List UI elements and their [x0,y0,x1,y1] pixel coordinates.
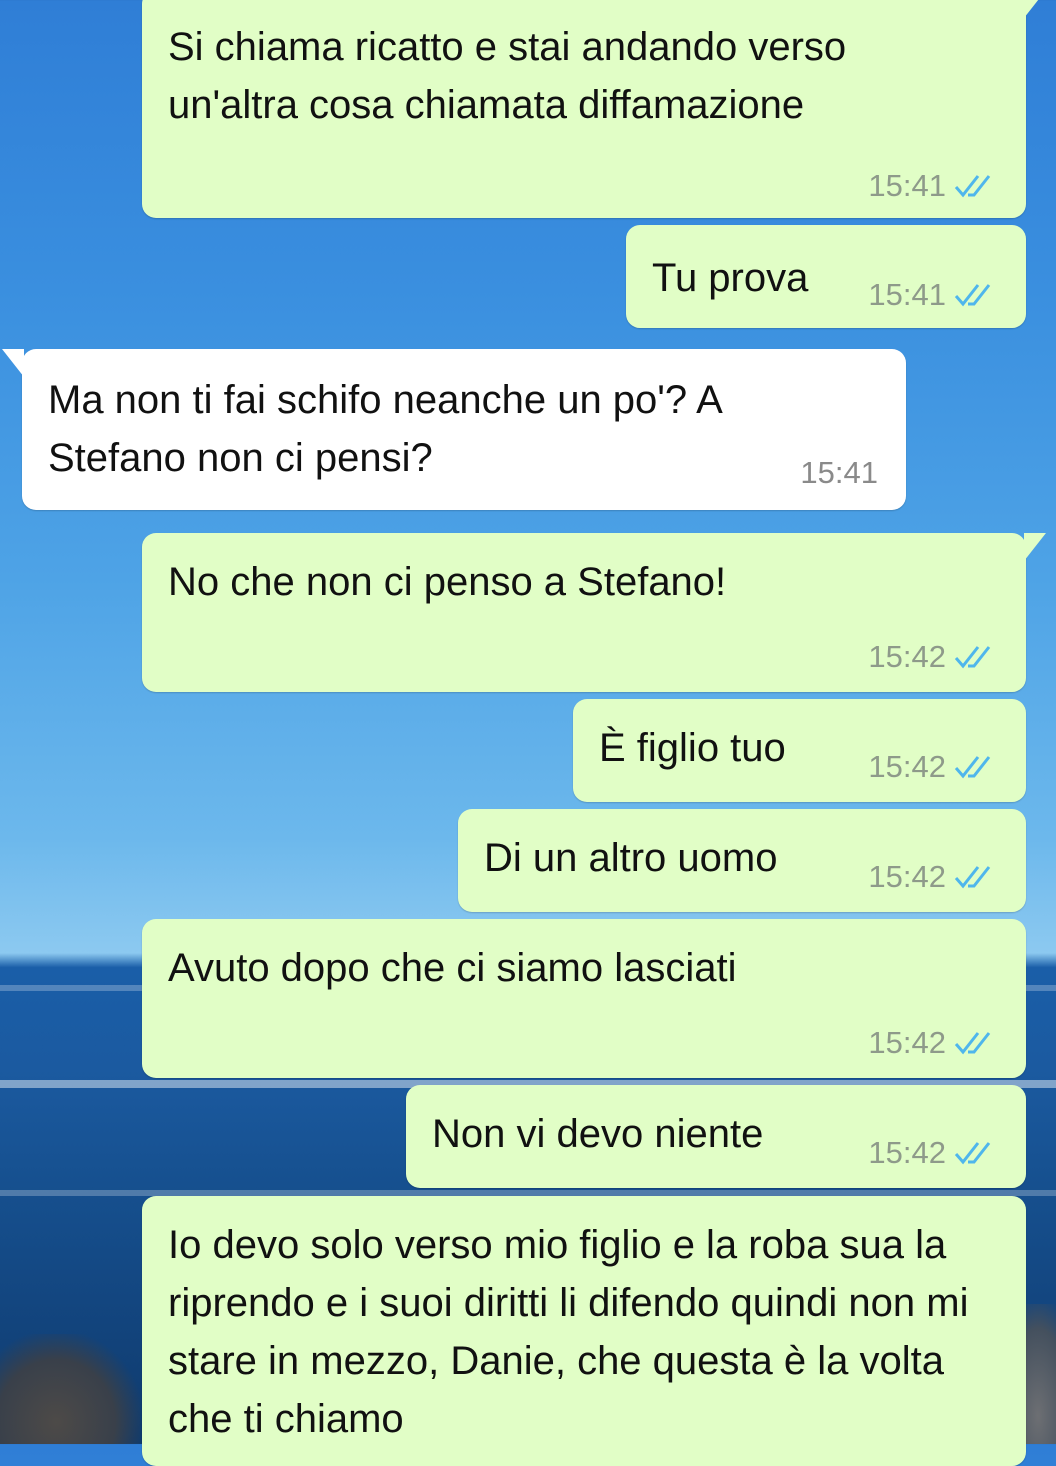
bubble-tail [2,349,24,377]
message-bubble-outgoing[interactable]: Si chiama ricatto e stai andando verso u… [142,0,1046,218]
wallpaper-rocks [0,1334,140,1444]
message-time: 15:42 [868,1135,946,1170]
message-text: Avuto dopo che ci siamo lasciati [168,946,737,990]
message-bubble-outgoing[interactable]: Avuto dopo che ci siamo lasciati 15:42 [142,919,1026,1078]
message-bubble-outgoing[interactable]: Di un altro uomo 15:42 [458,809,1026,912]
message-meta: 15:42 [868,1137,998,1168]
double-check-icon [954,174,991,197]
message-text: Ma non ti fai schifo neanche un po'? A S… [48,378,721,480]
double-check-icon [954,865,991,888]
double-check-icon [954,283,991,306]
message-meta: 15:42 [868,641,998,672]
message-text: Si chiama ricatto e stai andando verso u… [168,25,847,127]
message-time: 15:42 [868,1025,946,1060]
message-time: 15:42 [868,859,946,894]
message-meta: 15:41 [868,170,998,201]
message-bubble-outgoing[interactable]: Non vi devo niente 15:42 [406,1085,1026,1188]
message-time: 15:42 [868,749,946,784]
bubble-tail [1024,0,1046,18]
message-text: Io devo solo verso mio figlio e la roba … [168,1223,969,1441]
double-check-icon [954,645,991,668]
message-meta: 15:42 [868,751,998,782]
message-time: 15:41 [868,277,946,312]
message-time: 15:41 [868,168,946,203]
double-check-icon [954,1141,991,1164]
message-meta: 15:42 [868,1027,998,1058]
double-check-icon [954,1031,991,1054]
message-bubble-outgoing[interactable]: Io devo solo verso mio figlio e la roba … [142,1196,1026,1466]
message-time: 15:41 [800,455,878,490]
bubble-tail [1024,533,1046,561]
message-meta: 15:41 [868,279,998,310]
message-bubble-incoming[interactable]: Ma non ti fai schifo neanche un po'? A S… [2,349,906,510]
message-time: 15:42 [868,639,946,674]
message-meta: 15:41 [800,457,878,488]
message-bubble-outgoing[interactable]: Tu prova 15:41 [626,225,1026,328]
double-check-icon [954,755,991,778]
message-bubble-outgoing[interactable]: È figlio tuo 15:42 [573,699,1026,802]
message-meta: 15:42 [868,861,998,892]
message-bubble-outgoing[interactable]: No che non ci penso a Stefano! 15:42 [142,533,1046,692]
message-text: No che non ci penso a Stefano! [168,560,727,604]
